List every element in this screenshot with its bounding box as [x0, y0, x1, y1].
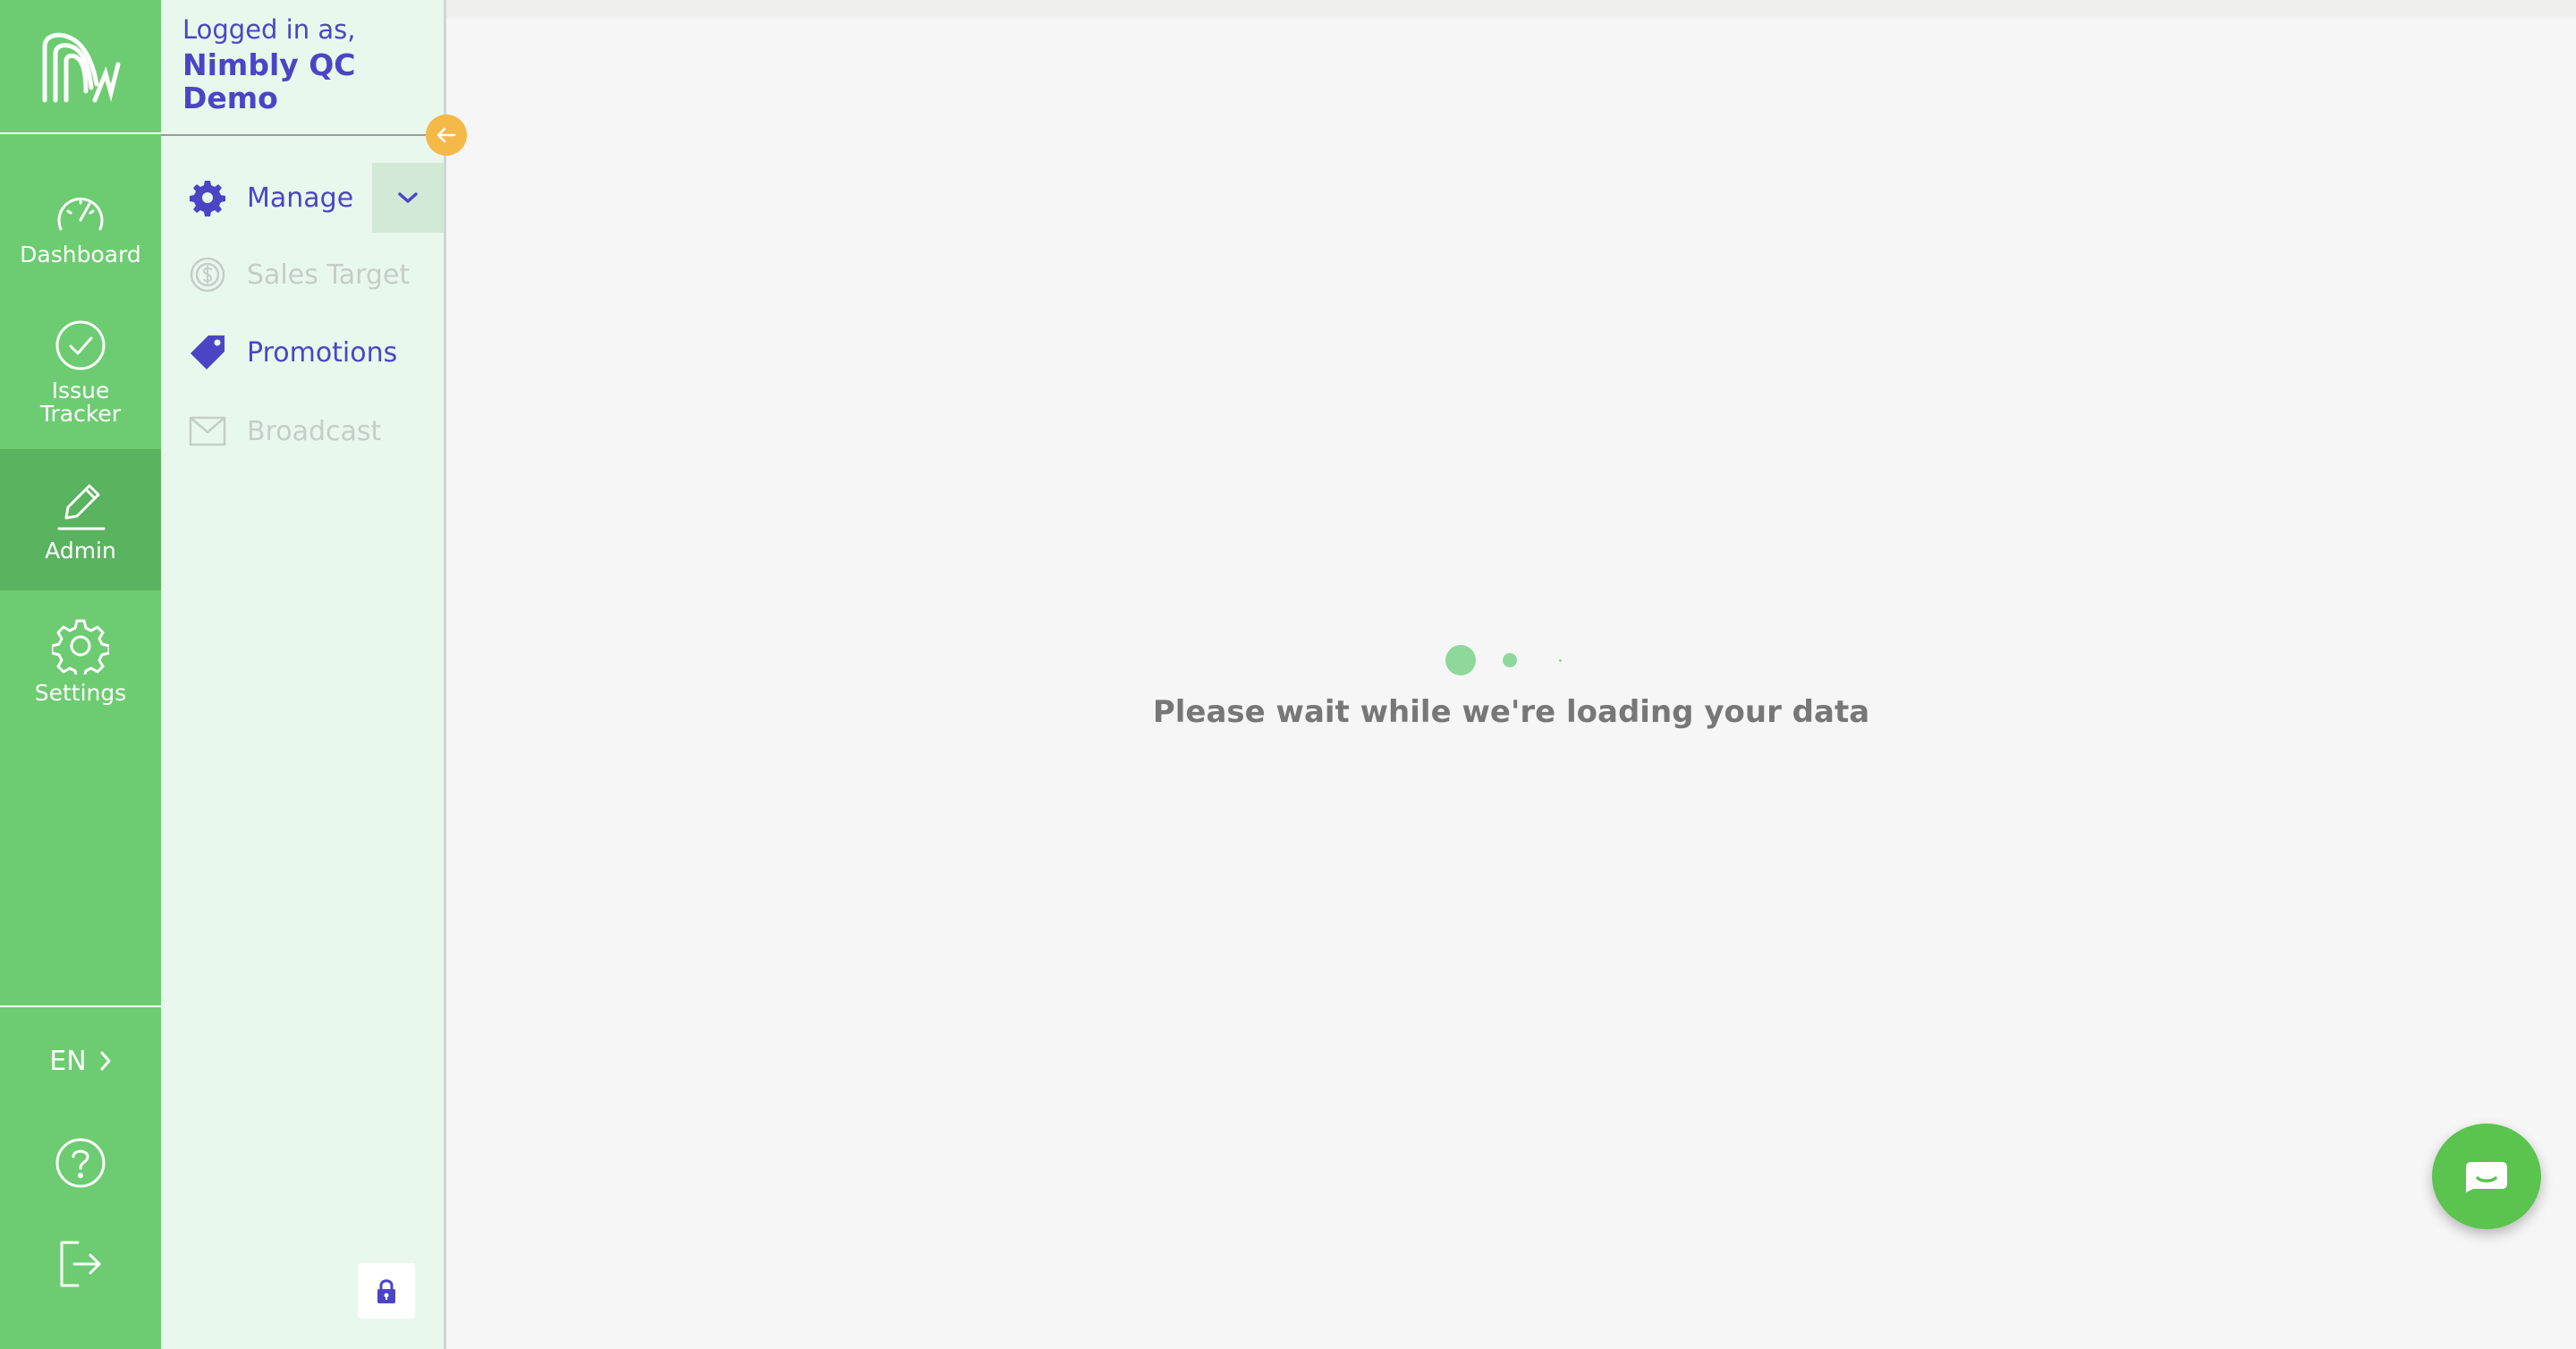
pencil-icon — [57, 484, 106, 530]
collapse-sidebar-button[interactable] — [426, 115, 467, 156]
user-info: Logged in as, Nimbly QC Demo — [161, 0, 444, 136]
menu-manage[interactable]: Manage — [161, 163, 444, 233]
check-circle-icon — [55, 320, 106, 370]
logout-button[interactable] — [0, 1233, 161, 1295]
user-name: Nimbly QC Demo — [182, 47, 356, 115]
menu-broadcast-label: Broadcast — [247, 415, 382, 447]
menu-manage-label: Manage — [247, 182, 354, 214]
rail-issue-tracker[interactable]: Issue Tracker — [0, 318, 161, 438]
main-content: Please wait while we're loading your dat… — [446, 0, 2576, 1349]
menu-broadcast[interactable]: Broadcast — [161, 396, 444, 466]
chevron-right-icon — [100, 1051, 111, 1071]
loading-spinner — [1445, 642, 1571, 678]
logout-icon — [60, 1241, 101, 1287]
dollar-coin-icon — [188, 255, 227, 294]
loading-dot — [1559, 659, 1562, 662]
admin-subpanel: Logged in as, Nimbly QC Demo Manage Sale… — [161, 0, 446, 1349]
chevron-down-icon — [398, 192, 418, 203]
rail-admin-label: Admin — [45, 538, 116, 564]
loading-message: Please wait while we're loading your dat… — [1152, 694, 1870, 730]
logged-in-label: Logged in as, — [182, 14, 356, 45]
menu-promotions-label: Promotions — [247, 336, 398, 369]
rail-settings-label: Settings — [34, 680, 127, 706]
rail-settings[interactable]: Settings — [0, 617, 161, 716]
manage-expand-toggle[interactable] — [372, 163, 444, 233]
rail-dashboard-label: Dashboard — [20, 242, 141, 267]
envelope-icon — [188, 411, 227, 451]
top-bar — [446, 0, 2576, 18]
language-label: EN — [49, 1045, 87, 1077]
rail-admin[interactable]: Admin — [0, 449, 161, 590]
loading-dot — [1503, 653, 1517, 667]
arrow-left-icon — [436, 127, 456, 143]
rail-issue-tracker-label: Issue Tracker — [39, 378, 122, 427]
rail-dashboard[interactable]: Dashboard — [0, 190, 161, 288]
menu-sales-target-label: Sales Target — [247, 259, 411, 291]
cog-icon — [188, 178, 227, 217]
help-button[interactable] — [0, 1132, 161, 1194]
help-icon — [55, 1138, 106, 1188]
gauge-icon — [57, 197, 104, 231]
app-root: Dashboard Issue Tracker Admin Settings E… — [0, 0, 2576, 1349]
nimbly-logo[interactable] — [0, 0, 161, 134]
main-nav-rail: Dashboard Issue Tracker Admin Settings E… — [0, 0, 161, 1349]
gear-icon — [52, 619, 109, 674]
language-selector[interactable]: EN — [0, 1038, 161, 1084]
menu-promotions[interactable]: Promotions — [161, 318, 444, 387]
chat-button[interactable] — [2432, 1124, 2541, 1229]
menu-sales-target[interactable]: Sales Target — [161, 240, 444, 310]
loading-dot — [1445, 645, 1476, 675]
lock-button[interactable] — [358, 1263, 415, 1319]
lock-icon — [377, 1279, 395, 1303]
tag-icon — [188, 333, 227, 372]
rail-divider — [0, 1005, 161, 1007]
chat-icon — [2466, 1162, 2507, 1192]
